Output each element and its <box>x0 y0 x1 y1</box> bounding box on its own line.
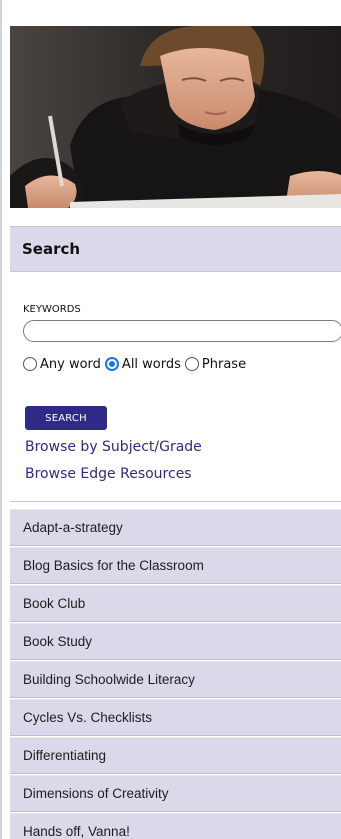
radio-label-any-word: Any word <box>40 356 101 372</box>
strategy-item-cycles-vs-checklists[interactable]: Cycles Vs. Checklists <box>10 699 341 736</box>
radio-label-phrase: Phrase <box>201 356 247 372</box>
strategy-list: Adapt-a-strategy Blog Basics for the Cla… <box>10 509 341 839</box>
strategy-item-dimensions-of-creativity[interactable]: Dimensions of Creativity <box>10 775 341 812</box>
strategy-item-adapt-a-strategy[interactable]: Adapt-a-strategy <box>10 509 341 546</box>
browse-edge-resources-link[interactable]: Browse Edge Resources <box>25 466 192 482</box>
sidebar-panel: Search KEYWORDS Any word All words Phras… <box>0 0 341 839</box>
radio-label-all-words: All words <box>121 356 181 372</box>
keywords-input[interactable] <box>23 320 341 342</box>
match-options: Any word All words Phrase <box>23 354 250 374</box>
keywords-label: KEYWORDS <box>23 304 81 315</box>
student-photo <box>10 26 341 208</box>
radio-any-word[interactable] <box>23 357 37 371</box>
student-photo-illustration <box>10 26 341 208</box>
strategy-item-hands-off-vanna[interactable]: Hands off, Vanna! <box>10 813 341 839</box>
strategy-item-differentiating[interactable]: Differentiating <box>10 737 341 774</box>
strategy-item-building-schoolwide-literacy[interactable]: Building Schoolwide Literacy <box>10 661 341 698</box>
strategy-item-book-club[interactable]: Book Club <box>10 585 341 622</box>
strategy-item-book-study[interactable]: Book Study <box>10 623 341 660</box>
search-heading: Search <box>22 240 81 258</box>
search-header: Search <box>10 226 341 272</box>
radio-all-words[interactable] <box>104 357 119 371</box>
browse-subject-grade-link[interactable]: Browse by Subject/Grade <box>25 439 202 455</box>
strategy-item-blog-basics[interactable]: Blog Basics for the Classroom <box>10 547 341 584</box>
radio-phrase[interactable] <box>184 357 199 371</box>
search-form: KEYWORDS Any word All words Phrase SEARC… <box>10 272 341 502</box>
search-button[interactable]: SEARCH <box>25 406 107 430</box>
